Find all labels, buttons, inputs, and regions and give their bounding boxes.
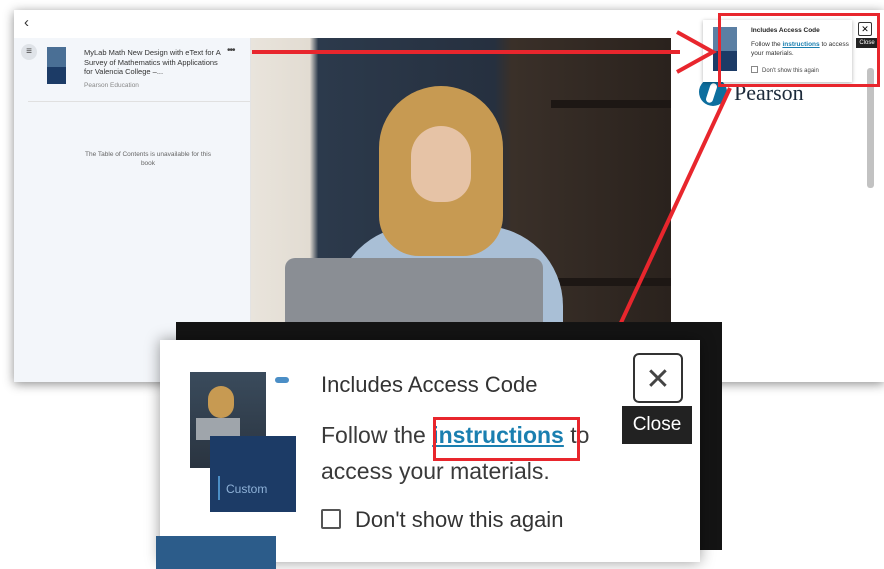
annotation-highlight-link	[433, 417, 580, 461]
background-strip	[156, 536, 276, 569]
dont-show-checkbox[interactable]: Don't show this again	[321, 507, 563, 533]
pearson-dot-icon	[275, 377, 289, 383]
access-code-popup: Custom Includes Access Code Follow the i…	[160, 340, 700, 562]
close-icon[interactable]: ✕	[633, 353, 683, 403]
popup-title: Includes Access Code	[321, 372, 538, 397]
cover-custom-label: Custom	[226, 482, 268, 496]
close-tooltip: Close	[622, 406, 692, 444]
checkbox-icon[interactable]	[321, 509, 341, 529]
popup-book-cover: Custom	[190, 372, 296, 512]
